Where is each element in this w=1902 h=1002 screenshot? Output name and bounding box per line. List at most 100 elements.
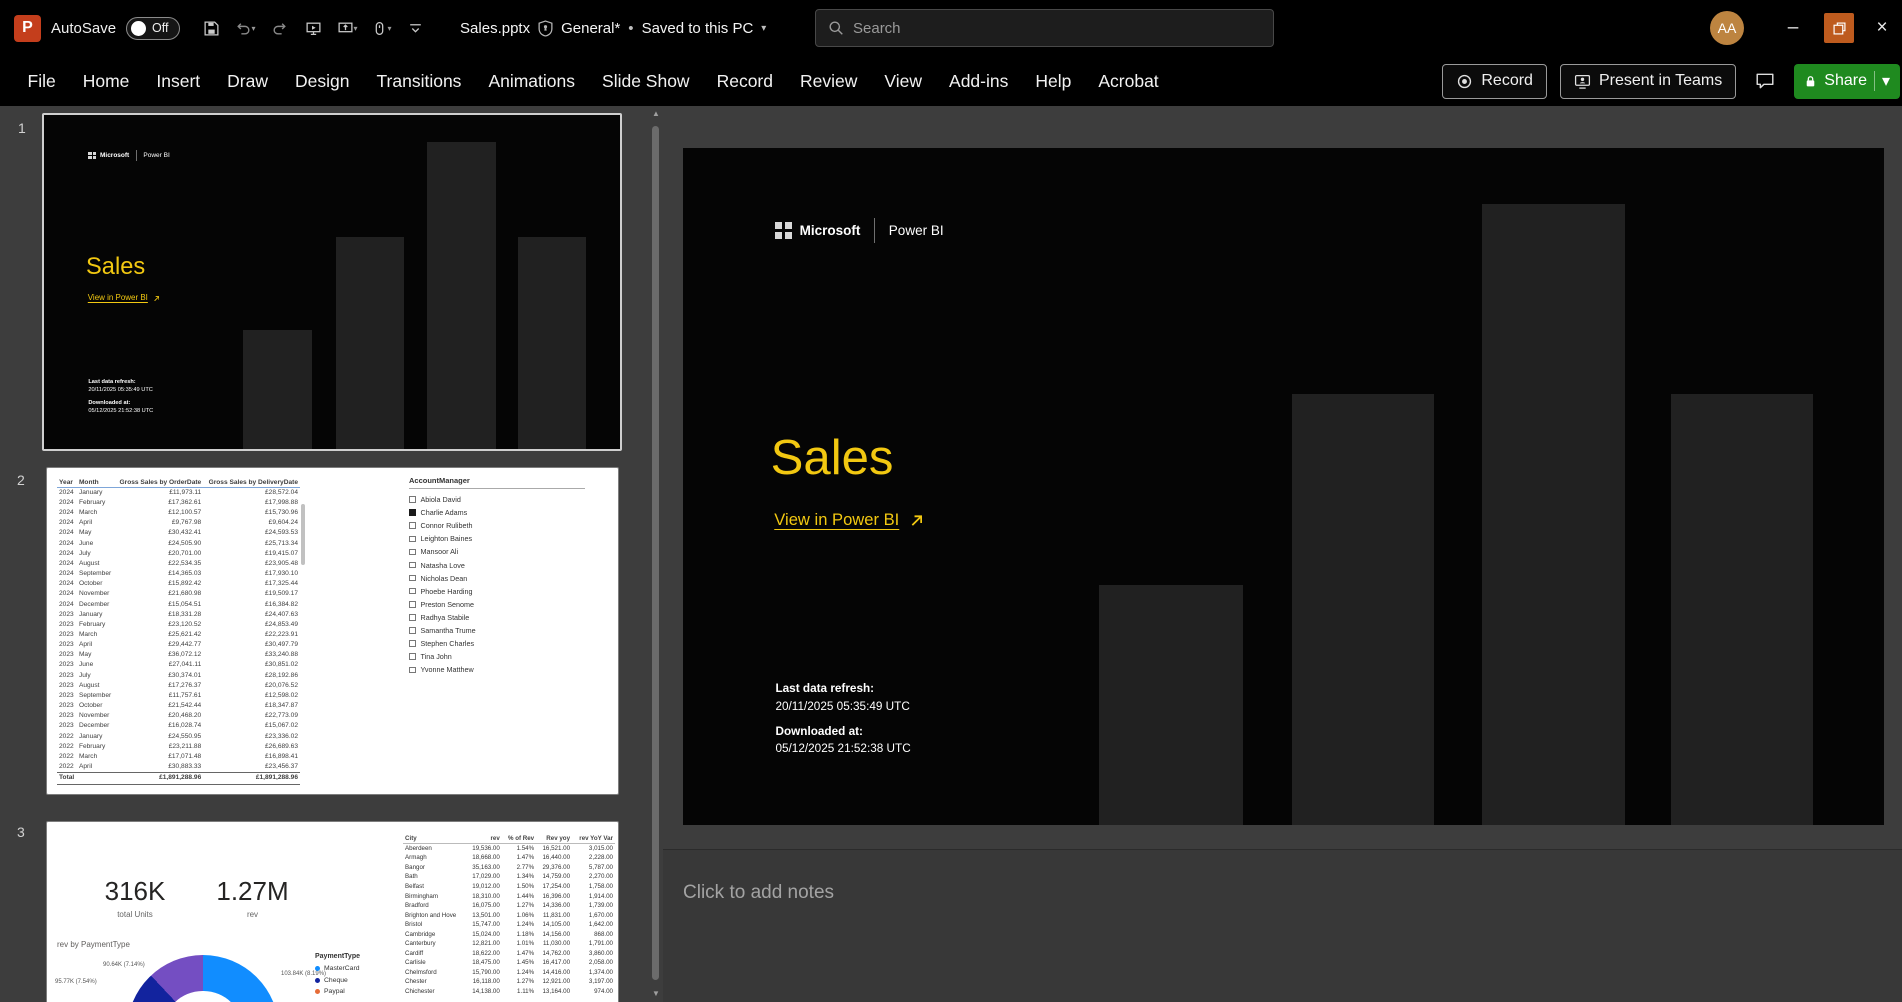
menu-tab[interactable]: View bbox=[871, 56, 936, 106]
slide-2-number: 2 bbox=[17, 472, 25, 488]
account-avatar[interactable]: AA bbox=[1710, 11, 1744, 45]
slide-thumbnail-3[interactable]: 316K total Units 1.27M rev rev by Paymen… bbox=[46, 821, 619, 1002]
microsoft-wordmark: Microsoft bbox=[799, 222, 861, 238]
payment-type-legend: PaymentType MasterCard Cheque Paypal bbox=[315, 953, 360, 998]
table-row: 2022 April £30,883.33 £23,456.37 bbox=[59, 763, 298, 771]
checkbox-icon bbox=[409, 574, 416, 582]
slide-title: Sales bbox=[86, 253, 146, 280]
scroll-down-icon[interactable]: ▼ bbox=[648, 986, 664, 1002]
menu-tab[interactable]: Slide Show bbox=[589, 56, 704, 106]
share-button[interactable]: Share ▾ bbox=[1794, 63, 1900, 99]
menu-tab[interactable]: Add-ins bbox=[936, 56, 1022, 106]
document-title-group[interactable]: Sales.pptx General* • Saved to this PC ▾ bbox=[460, 20, 766, 37]
menu-tabs: File Home Insert Draw Design Transitions Anima… bbox=[0, 56, 1172, 106]
col-month: Month bbox=[76, 478, 115, 488]
restore-button[interactable] bbox=[1816, 0, 1862, 56]
col-gross-deliverydate: Gross Sales by DeliveryDate bbox=[203, 478, 300, 488]
restore-icon bbox=[1824, 13, 1854, 43]
downloaded-label: Downloaded at: bbox=[88, 399, 131, 406]
view-in-powerbi-link[interactable]: View in Power BI bbox=[774, 510, 923, 530]
close-button[interactable]: × bbox=[1862, 0, 1902, 56]
donut-data-label: 90.64K (7.14%) bbox=[103, 962, 145, 968]
save-icon bbox=[204, 20, 219, 36]
chart-bar bbox=[427, 142, 496, 449]
table-row: Cambridge 15,024.00 1.18% 14,156.00 868.… bbox=[405, 930, 613, 938]
menu-tab[interactable]: Animations bbox=[475, 56, 589, 106]
table-row: Bristol 15,747.00 1.24% 14,105.00 1,642.… bbox=[405, 921, 613, 929]
slicer-item: Samantha Trume bbox=[409, 624, 585, 637]
table-row: 2023 November £20,468.20 £22,773.09 bbox=[59, 712, 298, 720]
menu-tab[interactable]: Help bbox=[1022, 56, 1085, 106]
last-refresh-block: Last data refresh: 20/11/2025 05:35:49 U… bbox=[775, 680, 909, 715]
checkbox-icon bbox=[409, 640, 416, 647]
slide-thumbnail-2[interactable]: Year Month Gross Sales by OrderDate Gros… bbox=[46, 467, 619, 795]
share-screen-button[interactable]: ▾ bbox=[332, 13, 362, 43]
refresh-value: 20/11/2025 05:35:49 UTC bbox=[775, 699, 910, 713]
search-icon bbox=[829, 21, 843, 35]
powerpoint-app-icon[interactable]: P bbox=[14, 14, 41, 42]
powerbi-wordmark: Power BI bbox=[888, 222, 944, 238]
table-row: Bradford 16,075.00 1.27% 14,336.00 1,739… bbox=[405, 902, 613, 910]
slicer-item-label: Charlie Adams bbox=[420, 508, 468, 518]
table-row: 2024 December £15,054.51 £16,384.82 bbox=[59, 600, 298, 608]
slicer-title: AccountManager bbox=[409, 476, 585, 489]
redo-icon bbox=[273, 22, 286, 35]
table-row: Chester 16,118.00 1.27% 12,921.00 3,197.… bbox=[405, 978, 613, 986]
search-bar[interactable] bbox=[815, 9, 1274, 47]
menu-tab[interactable]: Draw bbox=[214, 56, 282, 106]
menu-tab[interactable]: Review bbox=[787, 56, 871, 106]
table-row: 2024 March £12,100.57 £15,730.96 bbox=[59, 509, 298, 517]
view-in-powerbi-link: View in Power BI bbox=[88, 293, 159, 302]
menu-tab[interactable]: Acrobat bbox=[1085, 56, 1172, 106]
checkbox-icon bbox=[409, 561, 416, 569]
table-header-row: City rev % of Rev Rev yoy rev YoY Var bbox=[403, 834, 615, 844]
thumbnail-scrollbar[interactable]: ▲ ▼ bbox=[648, 106, 664, 1002]
present-in-teams-button[interactable]: Present in Teams bbox=[1559, 63, 1737, 99]
separator-dot: • bbox=[628, 19, 634, 37]
table-row: Canterbury 12,821.00 1.01% 11,030.00 1,7… bbox=[405, 940, 613, 948]
minimize-button[interactable]: – bbox=[1770, 0, 1816, 56]
table-row: 2022 March £17,071.48 £16,898.41 bbox=[59, 752, 298, 760]
share-dropdown-icon: ▾ bbox=[1881, 73, 1890, 90]
slicer-item-label: Preston Senome bbox=[420, 599, 475, 609]
table-row: 2022 February £23,211.88 £26,689.63 bbox=[59, 742, 298, 750]
customize-qat-button[interactable] bbox=[400, 13, 430, 43]
slide-thumbnail-1[interactable]: Microsoft Power BI Sales View in Power B… bbox=[42, 113, 622, 451]
menu-tab[interactable]: Insert bbox=[143, 56, 214, 106]
slide-canvas[interactable]: Microsoft Power BI Sales View in Power B… bbox=[683, 148, 1884, 825]
redo-button[interactable] bbox=[264, 13, 294, 43]
legend-dot bbox=[315, 977, 320, 983]
table-row: 2024 September £14,365.03 £17,930.10 bbox=[59, 570, 298, 578]
autosave-label: AutoSave bbox=[51, 19, 117, 37]
menu-tab[interactable]: Record bbox=[703, 56, 786, 106]
save-button[interactable] bbox=[196, 13, 226, 43]
notes-pane[interactable]: Click to add notes bbox=[663, 849, 1902, 1002]
scrollbar-thumb[interactable] bbox=[652, 126, 659, 980]
slicer-item-label: Abiola David bbox=[420, 495, 461, 505]
table-row: Birmingham 18,310.00 1.44% 16,396.00 1,9… bbox=[405, 892, 613, 900]
scroll-up-icon[interactable]: ▲ bbox=[648, 106, 664, 122]
mouse-mode-icon bbox=[375, 21, 383, 35]
menu-tab[interactable]: Transitions bbox=[363, 56, 475, 106]
table-row: 2024 October £15,892.42 £17,325.44 bbox=[59, 580, 298, 588]
checkbox-icon bbox=[409, 548, 416, 556]
mouse-mode-dropdown-icon: ▾ bbox=[387, 23, 392, 33]
account-manager-slicer: AccountManager Abiola David Charlie Adam… bbox=[409, 476, 585, 676]
touch-mouse-mode-button[interactable]: ▾ bbox=[366, 13, 396, 43]
undo-button[interactable]: ▾ bbox=[230, 13, 260, 43]
record-button[interactable]: Record bbox=[1442, 63, 1547, 99]
menu-tab[interactable]: File bbox=[14, 56, 69, 106]
slicer-item: Mansoor Ali bbox=[409, 545, 585, 558]
slicer-item: Preston Senome bbox=[409, 598, 585, 611]
autosave-toggle[interactable]: Off bbox=[126, 16, 181, 40]
start-slideshow-button[interactable] bbox=[298, 13, 328, 43]
table-row: Bath 17,029.00 1.34% 14,759.00 2,270.00 bbox=[405, 873, 613, 881]
checkbox-icon bbox=[409, 587, 416, 595]
comments-button[interactable] bbox=[1749, 65, 1781, 97]
menu-tab[interactable]: Home bbox=[69, 56, 143, 106]
search-input[interactable] bbox=[853, 19, 1261, 37]
slicer-item-label: Leighton Baines bbox=[420, 534, 473, 544]
menu-tab[interactable]: Design bbox=[282, 56, 363, 106]
table-row: Aberdeen 19,536.00 1.54% 16,521.00 3,015… bbox=[405, 844, 613, 852]
undo-icon bbox=[236, 22, 250, 35]
